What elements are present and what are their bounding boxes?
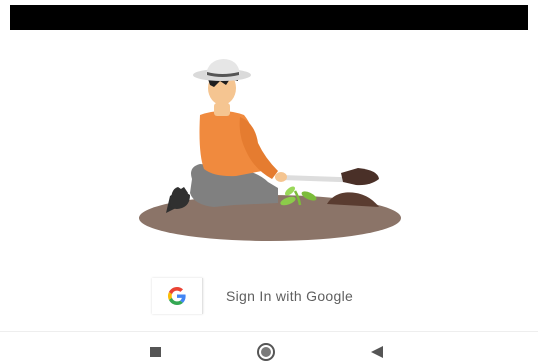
gardener-hat-crown	[206, 59, 240, 75]
gardener-illustration	[139, 59, 401, 241]
google-signin-label: Sign In with Google	[226, 288, 354, 304]
home-button[interactable]	[251, 340, 281, 364]
back-button[interactable]	[362, 340, 392, 364]
google-logo-container	[152, 278, 203, 314]
system-nav-bar	[0, 340, 538, 364]
recent-apps-button[interactable]	[140, 340, 170, 364]
gardener-hand	[275, 172, 287, 182]
status-bar	[10, 5, 528, 30]
trowel-blade	[341, 168, 379, 186]
home-icon-inner	[261, 347, 271, 357]
google-signin-button[interactable]: Sign In with Google	[152, 278, 402, 314]
login-screen: Sign In with Google	[0, 0, 538, 364]
google-g-icon	[168, 287, 186, 305]
nav-divider	[0, 331, 538, 332]
back-icon	[371, 346, 383, 358]
home-icon	[257, 343, 275, 361]
recent-apps-icon	[149, 347, 161, 357]
trowel-handle	[282, 175, 345, 183]
